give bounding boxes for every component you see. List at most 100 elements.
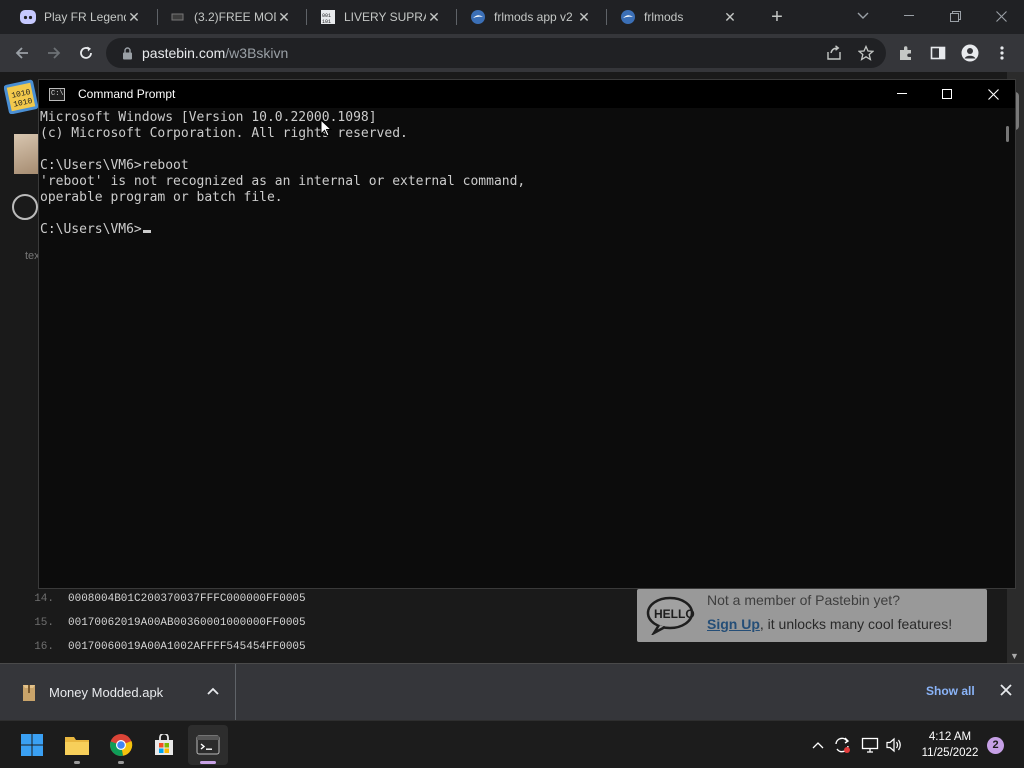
scrollbar-thumb[interactable] <box>1006 126 1009 142</box>
url-text: pastebin.com/w3Bskivn <box>142 45 289 61</box>
windows-taskbar: 4:12 AM 11/25/2022 2 <box>0 720 1024 768</box>
tab-close-icon[interactable]: ✕ <box>276 9 292 25</box>
tab-title: frlmods app v2 <box>494 10 573 24</box>
tab-close-icon[interactable]: ✕ <box>722 9 738 25</box>
discord-icon <box>20 9 36 25</box>
side-panel-icon[interactable] <box>926 41 950 65</box>
terminal-icon <box>196 735 220 755</box>
terminal-taskbar-button[interactable] <box>188 725 228 765</box>
tab-title: Play FR Legends <box>44 10 126 24</box>
scroll-down-arrow-icon[interactable]: ▼ <box>1010 651 1019 661</box>
volume-icon[interactable] <box>884 735 904 755</box>
close-window-button[interactable] <box>978 0 1024 32</box>
profile-icon[interactable] <box>958 41 982 65</box>
tab-title: (3.2)FREE MODS <box>194 10 276 24</box>
avatar[interactable] <box>14 134 40 174</box>
frlmods-icon <box>470 9 486 25</box>
restore-button[interactable] <box>932 0 978 32</box>
code-line: 15. 00170062019A00AB00360001000000FF0005 <box>34 617 306 629</box>
download-item[interactable]: Money Modded.apk <box>0 664 236 721</box>
terminal-line: C:\Users\VM6>reboot <box>40 158 189 173</box>
cmd-titlebar[interactable]: C:\ Command Prompt <box>39 80 1015 108</box>
tab-strip: Play FR Legends ✕ (3.2)FREE MODS ✕ 00110… <box>0 0 1024 34</box>
tab-close-icon[interactable]: ✕ <box>126 9 142 25</box>
cmd-title: Command Prompt <box>78 87 176 101</box>
bookmark-star-icon[interactable] <box>854 41 878 65</box>
tab-title: LIVERY SUPRA - <box>344 10 426 24</box>
network-icon[interactable] <box>860 735 880 755</box>
cmd-icon: C:\ <box>49 87 65 101</box>
signup-text: Sign Up, it unlocks many cool features! <box>707 616 953 632</box>
close-downloads-icon[interactable] <box>999 683 1013 697</box>
forward-button[interactable] <box>42 41 66 65</box>
cmd-scrollbar[interactable] <box>1001 108 1015 588</box>
code-line: 14. 0008004B01C200370037FFFC000000FF0005 <box>34 593 306 605</box>
signup-question: Not a member of Pastebin yet? <box>707 592 900 608</box>
lock-icon[interactable] <box>120 46 134 60</box>
reload-button[interactable] <box>74 41 98 65</box>
frlmods-icon <box>620 9 636 25</box>
tab-free-mods[interactable]: (3.2)FREE MODS ✕ <box>150 0 300 34</box>
sync-icon[interactable] <box>832 735 852 755</box>
hello-speech-bubble-icon: HELLO <box>646 596 695 635</box>
svg-text:101: 101 <box>322 19 331 25</box>
downloads-bar: Money Modded.apk Show all <box>0 663 1024 721</box>
clock-time: 4:12 AM <box>928 731 972 743</box>
tab-title: frlmods <box>644 10 684 24</box>
tab-frlmods-app-v2[interactable]: frlmods app v2 ✕ <box>450 0 600 34</box>
browser-toolbar: pastebin.com/w3Bskivn <box>0 34 1024 72</box>
terminal-prompt-line[interactable]: C:\Users\VM6> <box>40 222 999 238</box>
cmd-close-button[interactable] <box>970 80 1016 108</box>
chrome-taskbar-button[interactable] <box>101 725 141 765</box>
terminal-line: operable program or batch file. <box>40 190 283 205</box>
pastebin-icon: 001 101 <box>320 9 336 25</box>
tab-close-icon[interactable]: ✕ <box>576 9 592 25</box>
folder-icon <box>65 737 89 755</box>
chrome-icon <box>110 734 133 756</box>
back-button[interactable] <box>10 41 34 65</box>
tab-livery-supra[interactable]: 001101 LIVERY SUPRA - ✕ <box>300 0 450 34</box>
command-prompt-window[interactable]: C:\ Command Prompt Microsoft Windows [Ve… <box>38 79 1016 589</box>
windows-logo-icon <box>21 734 43 756</box>
tab-play-fr-legends[interactable]: Play FR Legends ✕ <box>0 0 150 34</box>
text-cursor <box>142 230 151 233</box>
share-icon[interactable] <box>822 41 846 65</box>
info-icon[interactable] <box>12 194 38 220</box>
tab-close-icon[interactable]: ✕ <box>426 9 442 25</box>
microsoft-store-icon <box>155 734 173 755</box>
chrome-menu-icon[interactable] <box>990 41 1014 65</box>
show-hidden-icons-chevron-up-icon[interactable] <box>808 735 828 755</box>
code-line: 16. 00170060019A00A1002AFFFF545454FF0005 <box>34 641 306 653</box>
terminal-line: Microsoft Windows [Version 10.0.22000.10… <box>40 110 377 125</box>
notification-badge[interactable]: 2 <box>987 737 1004 754</box>
start-button[interactable] <box>12 725 52 765</box>
tab-search-icon[interactable] <box>840 0 886 32</box>
terminal-prompt: C:\Users\VM6> <box>40 222 142 237</box>
signup-banner: HELLO Not a member of Pastebin yet? Sign… <box>637 589 987 642</box>
terminal-line: (c) Microsoft Corporation. All rights re… <box>40 126 408 141</box>
chevron-up-icon[interactable] <box>206 684 220 698</box>
show-all-button[interactable]: Show all <box>926 684 975 698</box>
terminal-output[interactable]: Microsoft Windows [Version 10.0.22000.10… <box>39 110 999 588</box>
pastebin-logo-icon[interactable]: 1010 1010 <box>4 78 38 114</box>
clock-date: 11/25/2022 <box>921 747 979 759</box>
system-clock[interactable]: 4:12 AM 11/25/2022 <box>912 729 988 761</box>
svg-text:HELLO: HELLO <box>654 607 695 621</box>
address-bar[interactable]: pastebin.com/w3Bskivn <box>106 38 886 68</box>
extensions-icon[interactable] <box>894 41 918 65</box>
cmd-minimize-button[interactable] <box>879 80 925 108</box>
terminal-line: 'reboot' is not recognized as an interna… <box>40 174 526 189</box>
file-explorer-taskbar-button[interactable] <box>57 725 97 765</box>
mouse-pointer-icon <box>320 119 332 137</box>
download-file-name: Money Modded.apk <box>49 685 164 700</box>
cmd-maximize-button[interactable] <box>924 80 970 108</box>
minimize-button[interactable] <box>886 0 932 32</box>
page-icon <box>170 9 186 25</box>
tab-frlmods[interactable]: frlmods ✕ <box>600 0 750 34</box>
signup-link[interactable]: Sign Up <box>707 616 760 632</box>
package-file-icon <box>23 684 35 701</box>
new-tab-button[interactable]: + <box>766 6 788 28</box>
store-taskbar-button[interactable] <box>144 725 184 765</box>
